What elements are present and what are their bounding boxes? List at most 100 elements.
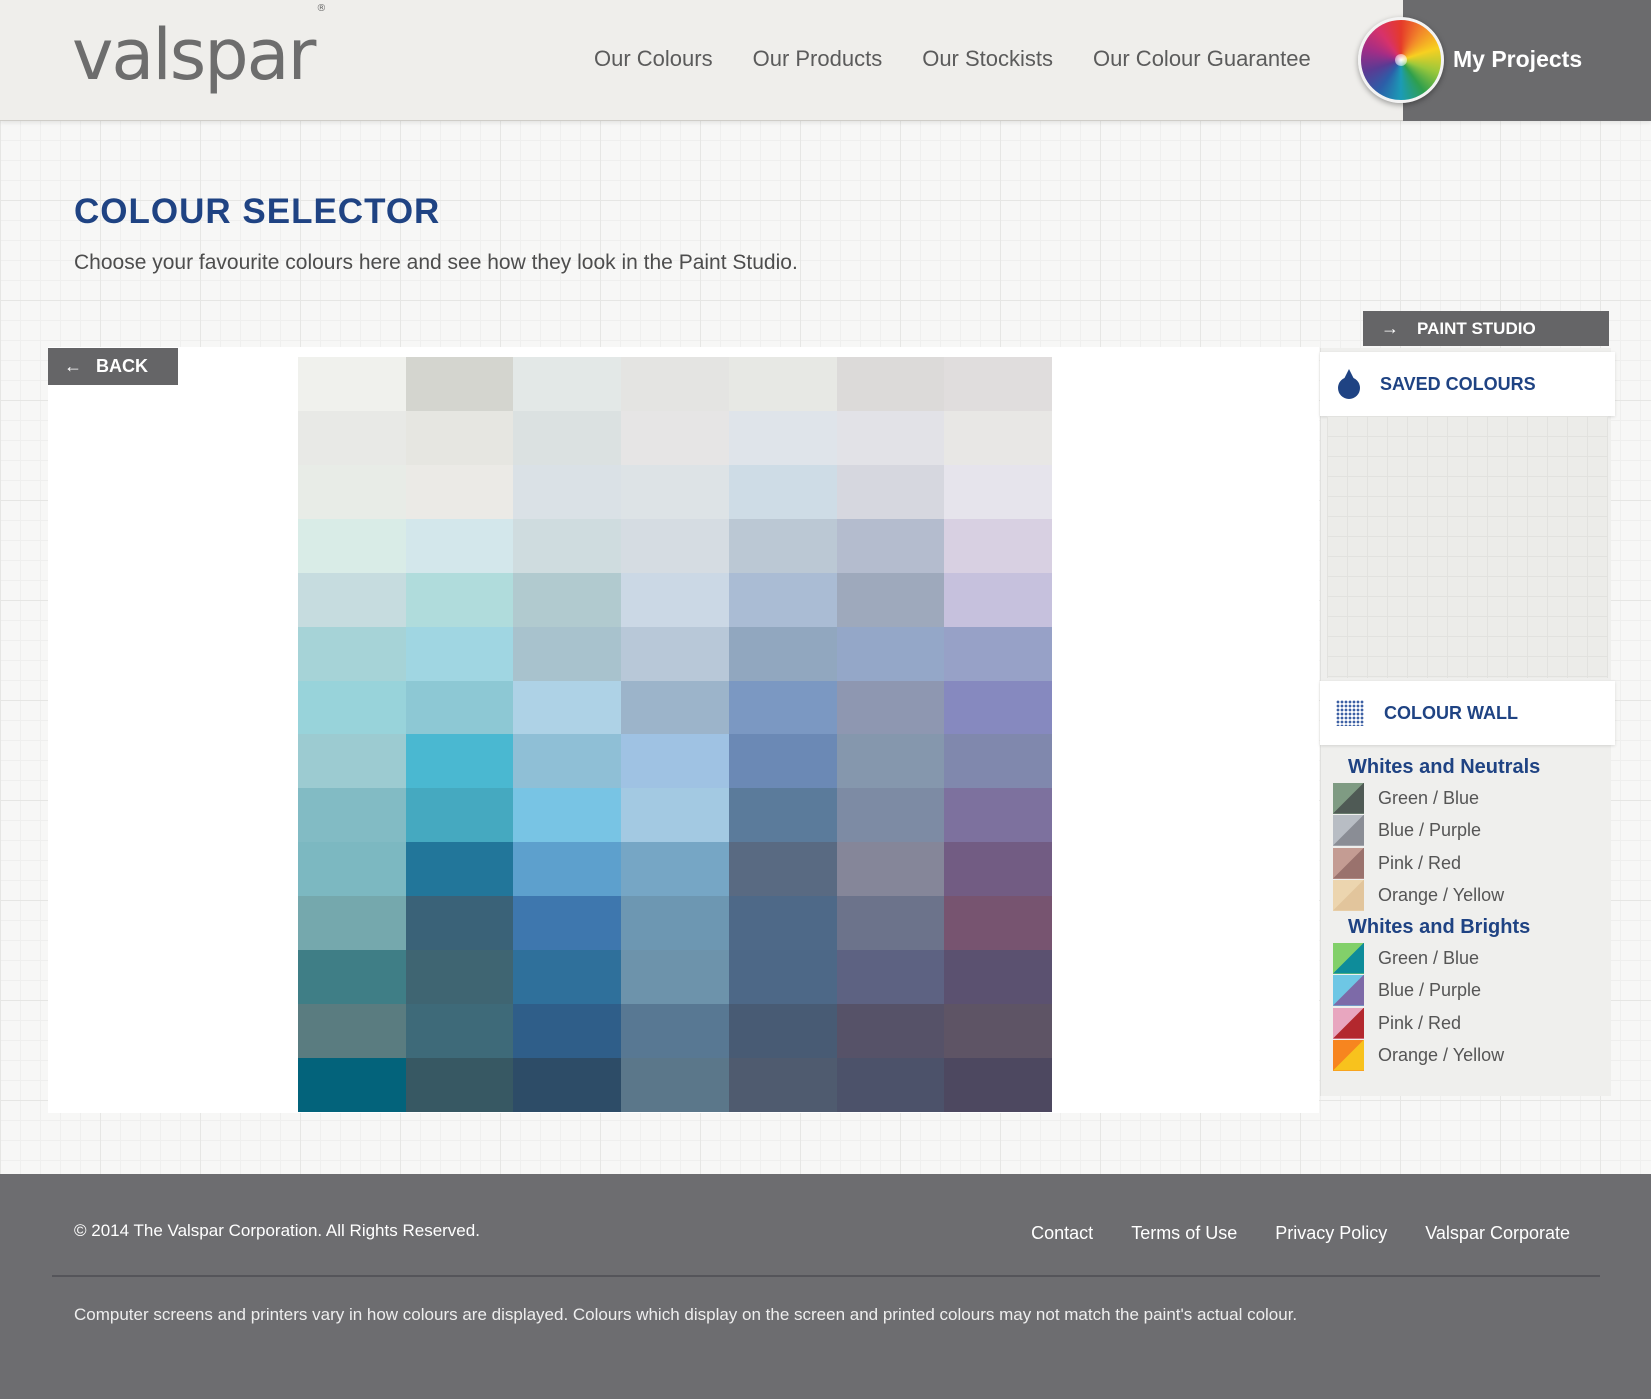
colour-chip[interactable] [728, 626, 837, 681]
colour-chip[interactable] [836, 950, 945, 1005]
colour-chip[interactable] [944, 464, 1052, 519]
nav-our-colour-guarantee[interactable]: Our Colour Guarantee [1093, 46, 1311, 72]
footer-link-corporate[interactable]: Valspar Corporate [1425, 1223, 1570, 1244]
colour-chip[interactable] [405, 410, 514, 465]
colour-chip[interactable] [621, 1058, 729, 1112]
colour-chip[interactable] [405, 680, 514, 735]
colour-chip[interactable] [728, 842, 837, 897]
colour-chip[interactable] [836, 626, 945, 681]
nav-our-products[interactable]: Our Products [753, 46, 883, 72]
footer-link-contact[interactable]: Contact [1031, 1223, 1093, 1244]
colour-chip[interactable] [513, 734, 622, 789]
colour-chip[interactable] [405, 464, 514, 519]
colour-chip[interactable] [836, 680, 945, 735]
colour-chip[interactable] [298, 734, 406, 789]
colour-chip[interactable] [836, 572, 945, 627]
colour-chip[interactable] [944, 518, 1052, 573]
colour-chip[interactable] [298, 950, 406, 1005]
colour-chip[interactable] [405, 518, 514, 573]
colour-chip[interactable] [621, 572, 729, 627]
colour-chip[interactable] [513, 464, 622, 519]
colour-chip[interactable] [728, 518, 837, 573]
colour-chip[interactable] [728, 1058, 837, 1112]
colour-chip[interactable] [728, 734, 837, 789]
nav-our-colours[interactable]: Our Colours [594, 46, 713, 72]
colour-chip[interactable] [405, 357, 514, 411]
back-button[interactable]: ← BACK [48, 348, 178, 385]
colour-chip[interactable] [728, 357, 837, 411]
colour-chip[interactable] [728, 950, 837, 1005]
colour-chip[interactable] [728, 572, 837, 627]
colour-chip[interactable] [621, 842, 729, 897]
colour-chip[interactable] [944, 357, 1052, 411]
footer-link-privacy[interactable]: Privacy Policy [1275, 1223, 1387, 1244]
colour-chip[interactable] [728, 680, 837, 735]
category-item[interactable]: Pink / Red [1333, 847, 1461, 879]
colour-chip[interactable] [944, 572, 1052, 627]
colour-chip[interactable] [728, 788, 837, 843]
colour-chip[interactable] [836, 1004, 945, 1059]
colour-chip[interactable] [944, 842, 1052, 897]
colour-chip[interactable] [298, 357, 406, 411]
saved-colours-header[interactable]: SAVED COLOURS [1320, 352, 1615, 416]
colour-chip[interactable] [513, 680, 622, 735]
colour-chip[interactable] [836, 842, 945, 897]
colour-chip[interactable] [298, 464, 406, 519]
colour-chip[interactable] [836, 410, 945, 465]
colour-chip[interactable] [728, 896, 837, 951]
nav-our-stockists[interactable]: Our Stockists [922, 46, 1053, 72]
colour-chip[interactable] [513, 842, 622, 897]
colour-chip[interactable] [298, 572, 406, 627]
colour-chip[interactable] [728, 1004, 837, 1059]
colour-chip[interactable] [298, 410, 406, 465]
colour-chip[interactable] [728, 464, 837, 519]
colour-wall-header[interactable]: COLOUR WALL [1320, 681, 1615, 745]
colour-chip[interactable] [513, 896, 622, 951]
colour-chip[interactable] [298, 896, 406, 951]
valspar-logo[interactable]: valspar® [72, 3, 326, 96]
colour-chip[interactable] [621, 788, 729, 843]
colour-chip[interactable] [405, 1004, 514, 1059]
colour-chip[interactable] [944, 410, 1052, 465]
colour-chip[interactable] [621, 357, 729, 411]
colour-chip[interactable] [621, 896, 729, 951]
colour-chip[interactable] [944, 734, 1052, 789]
colour-chip[interactable] [513, 518, 622, 573]
colour-chip[interactable] [621, 1004, 729, 1059]
colour-chip[interactable] [405, 626, 514, 681]
colour-chip[interactable] [836, 788, 945, 843]
colour-chip[interactable] [405, 734, 514, 789]
colour-chip[interactable] [621, 518, 729, 573]
saved-colours-area[interactable] [1327, 416, 1608, 678]
colour-chip[interactable] [298, 788, 406, 843]
footer-link-terms[interactable]: Terms of Use [1131, 1223, 1237, 1244]
colour-chip[interactable] [944, 1004, 1052, 1059]
colour-chip[interactable] [621, 680, 729, 735]
category-item[interactable]: Blue / Purple [1333, 974, 1481, 1006]
colour-chip[interactable] [944, 1058, 1052, 1112]
colour-chip[interactable] [298, 1058, 406, 1112]
colour-chip[interactable] [621, 626, 729, 681]
colour-chip[interactable] [298, 626, 406, 681]
colour-chip[interactable] [836, 896, 945, 951]
category-item[interactable]: Green / Blue [1333, 782, 1479, 814]
colour-chip[interactable] [298, 680, 406, 735]
colour-chip[interactable] [621, 734, 729, 789]
colour-chip[interactable] [513, 950, 622, 1005]
colour-chip[interactable] [513, 1058, 622, 1112]
colour-chip[interactable] [513, 572, 622, 627]
colour-chip[interactable] [621, 410, 729, 465]
category-item[interactable]: Orange / Yellow [1333, 879, 1504, 911]
colour-chip[interactable] [944, 626, 1052, 681]
category-item[interactable]: Orange / Yellow [1333, 1039, 1504, 1071]
colour-chip[interactable] [513, 410, 622, 465]
colour-chip[interactable] [944, 680, 1052, 735]
category-item[interactable]: Pink / Red [1333, 1007, 1461, 1039]
colour-chip[interactable] [298, 842, 406, 897]
colour-chip[interactable] [621, 464, 729, 519]
colour-chip[interactable] [405, 950, 514, 1005]
colour-chip[interactable] [298, 1004, 406, 1059]
colour-chip[interactable] [405, 572, 514, 627]
colour-chip[interactable] [836, 734, 945, 789]
colour-chip[interactable] [621, 950, 729, 1005]
